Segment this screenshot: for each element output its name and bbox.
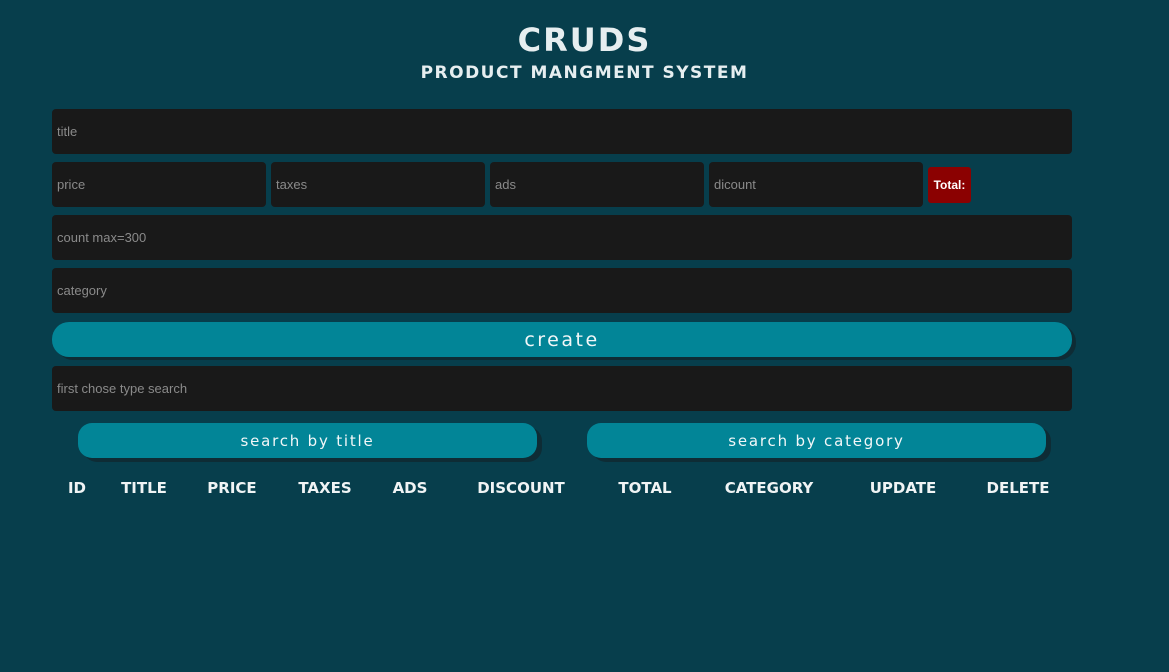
column-header-delete: DELETE (986, 479, 1050, 497)
column-header-ads: ADS (392, 479, 428, 497)
search-by-title-button[interactable]: search by title (78, 423, 537, 458)
table-header-row: ID TITLE PRICE TAXES ADS DISCOUNT TOTAL … (52, 476, 1072, 500)
total-label: Total: (933, 177, 966, 192)
create-button[interactable]: create (52, 322, 1072, 357)
product-form: Total: create (52, 109, 1072, 411)
page-header: CRUDS PRODUCT MANGMENT SYSTEM (0, 0, 1169, 84)
total-badge: Total: (928, 166, 971, 203)
search-input[interactable] (52, 366, 1072, 411)
ads-input[interactable] (490, 162, 704, 207)
column-header-price: PRICE (207, 479, 257, 497)
price-input[interactable] (52, 162, 266, 207)
products-table: ID TITLE PRICE TAXES ADS DISCOUNT TOTAL … (52, 476, 1072, 500)
taxes-input[interactable] (271, 162, 485, 207)
count-input[interactable] (52, 215, 1072, 260)
price-row: Total: (52, 162, 1072, 207)
discount-input[interactable] (709, 162, 923, 207)
column-header-update: UPDATE (869, 479, 937, 497)
column-header-id: ID (67, 479, 87, 497)
title-input[interactable] (52, 109, 1072, 154)
page-title: CRUDS (517, 21, 652, 59)
column-header-taxes: TAXES (298, 479, 352, 497)
column-header-category: CATEGORY (724, 479, 814, 497)
column-header-total: TOTAL (618, 479, 672, 497)
column-header-discount: DISCOUNT (477, 479, 565, 497)
category-input[interactable] (52, 268, 1072, 313)
search-buttons: search by title search by category (78, 423, 1046, 458)
column-header-title: TITLE (121, 479, 167, 497)
search-by-category-button[interactable]: search by category (587, 423, 1046, 458)
page-subtitle: PRODUCT MANGMENT SYSTEM (420, 63, 749, 83)
